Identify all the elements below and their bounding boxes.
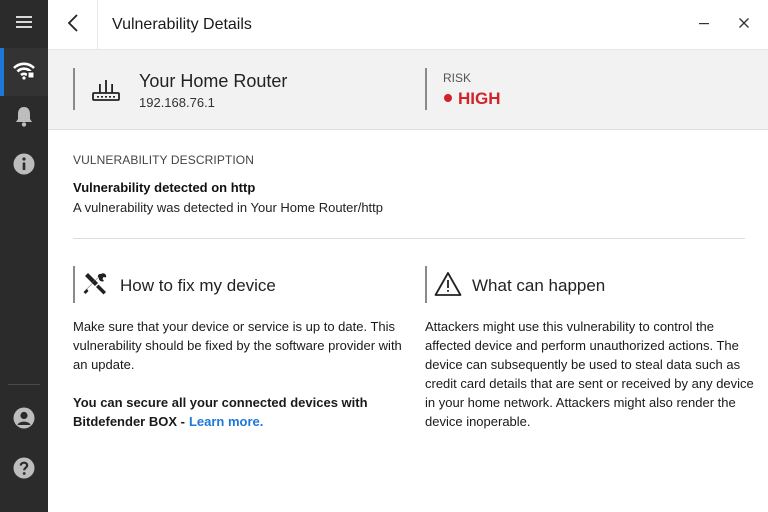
accent-bar	[73, 266, 75, 303]
fix-heading: How to fix my device	[120, 276, 276, 295]
accent-bar	[425, 266, 427, 303]
sidebar-divider	[8, 384, 40, 385]
warning-icon	[434, 271, 462, 302]
wifi-icon	[12, 60, 36, 85]
accent-bar	[73, 68, 75, 110]
tools-icon	[82, 271, 108, 302]
chevron-left-icon	[67, 13, 79, 37]
risk-divider	[425, 68, 427, 110]
device-summary: Your Home Router 192.168.76.1 RISK HIGH	[48, 50, 768, 130]
app-window: Vulnerability Details Your Home Router 1…	[0, 0, 768, 512]
sidebar	[0, 0, 48, 512]
help-icon	[13, 457, 35, 484]
promo-text: You can secure all your connected device…	[73, 393, 413, 431]
device-name: Your Home Router	[139, 71, 288, 91]
fix-paragraph: Make sure that your device or service is…	[73, 319, 402, 372]
sidebar-item-account[interactable]	[0, 396, 48, 444]
impact-heading: What can happen	[472, 276, 606, 295]
sidebar-item-network[interactable]	[0, 48, 48, 96]
minimize-icon	[698, 16, 710, 34]
router-icon	[92, 78, 120, 107]
device-ip: 192.168.76.1	[139, 95, 215, 110]
fix-header: How to fix my device	[73, 266, 413, 303]
back-button[interactable]	[48, 0, 98, 50]
sidebar-item-help[interactable]	[0, 446, 48, 494]
impact-section: What can happen Attackers might use this…	[425, 266, 755, 450]
close-button[interactable]	[732, 13, 756, 37]
risk-label: RISK	[443, 71, 472, 85]
sidebar-item-notifications[interactable]	[0, 94, 48, 142]
risk-indicator-dot	[444, 94, 452, 102]
hamburger-icon	[16, 15, 32, 34]
fix-section: How to fix my device Make sure that your…	[73, 266, 413, 450]
learn-more-link[interactable]: Learn more.	[189, 414, 263, 429]
user-icon	[13, 407, 35, 434]
impact-header: What can happen	[425, 266, 755, 303]
sidebar-item-info[interactable]	[0, 142, 48, 190]
section-divider	[73, 238, 745, 239]
description-section-label: VULNERABILITY DESCRIPTION	[73, 153, 254, 167]
close-icon	[738, 16, 750, 34]
vulnerability-description: A vulnerability was detected in Your Hom…	[73, 200, 384, 215]
minimize-button[interactable]	[692, 13, 716, 37]
page-title: Vulnerability Details	[112, 16, 252, 33]
bell-icon	[14, 105, 34, 132]
vulnerability-title: Vulnerability detected on http	[73, 180, 256, 195]
risk-value: HIGH	[458, 89, 501, 108]
info-icon	[13, 153, 35, 180]
impact-paragraph: Attackers might use this vulnerability t…	[425, 319, 754, 429]
hamburger-menu-button[interactable]	[0, 0, 48, 48]
title-bar: Vulnerability Details	[48, 0, 768, 50]
